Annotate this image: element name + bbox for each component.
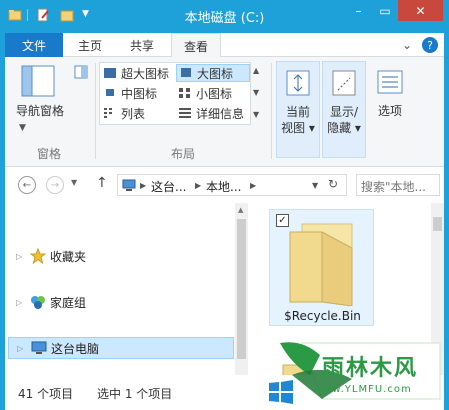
expand-arrow-icon[interactable]: ▷ [16,298,26,307]
layout-item-label: 大图标 [197,66,234,81]
minimize-button[interactable]: – [345,0,372,21]
show-hide-button[interactable]: 显示/ 隐藏 ▾ [322,61,366,158]
ribbon-tabs: 文件 主页 共享 查看 ⌄ ? [5,33,444,58]
current-view-label: 当前 [285,105,310,119]
layout-item-label: 超大图标 [121,66,170,81]
tab-file[interactable]: 文件 [5,33,63,57]
tab-share[interactable]: 共享 [117,33,167,57]
options-label: 选项 [377,104,402,118]
item-count: 41 个项目 [18,387,74,401]
star-icon [30,248,46,264]
explorer-window: ▼ 本地磁盘 (C:) – ▭ ✕ 文件 主页 共享 查看 ⌄ ? 导航窗格 ▼ [0,0,449,410]
nav-item-this-pc[interactable]: ▷ 这台电脑 [8,337,234,359]
scroll-up-icon[interactable]: ▲ [253,66,259,75]
forward-button[interactable]: → [46,176,64,194]
nav-scroll-thumb[interactable] [237,219,246,359]
list-icon [104,108,112,118]
expand-arrow-icon[interactable]: ▷ [16,252,26,261]
breadcrumb-separator[interactable]: ▶ [250,181,256,190]
navigation-pane: ▷ 收藏夹 ▷ 家庭组 ▷ 这台电脑 ▷ 网络 ▲ [5,203,248,402]
scroll-up-icon[interactable]: ▲ [238,206,243,214]
current-view-label-2: 视图 ▾ [281,121,315,135]
help-icon[interactable]: ? [422,37,438,53]
nav-pane-button[interactable]: 导航窗格 ▼ [9,63,71,139]
nav-item-label: 这台电脑 [51,341,100,356]
preview-pane-icon[interactable] [74,65,88,79]
collapse-ribbon-icon[interactable]: ⌄ [402,38,412,52]
show-hide-icon [332,70,356,96]
breadcrumb-separator[interactable]: ▶ [195,181,201,190]
file-tile[interactable]: ✓ $Recycle.Bin [269,209,374,326]
title-bar: ▼ 本地磁盘 (C:) – ▭ ✕ [0,0,449,33]
breadcrumb-this-pc[interactable]: 这台... [151,178,186,195]
close-button[interactable]: ✕ [398,0,443,21]
layout-large-icons[interactable]: 大图标 [176,64,250,82]
homegroup-icon [31,296,45,309]
search-input[interactable]: 搜索"本地... [356,174,440,196]
options-icon [377,70,403,94]
layout-small-icons[interactable]: 小图标 [176,84,250,102]
file-scroll-thumb[interactable] [433,217,442,231]
file-name: $Recycle.Bin [284,309,361,323]
small-icons-icon [179,88,190,98]
scroll-down-icon[interactable]: ▼ [253,88,259,97]
breadcrumb-local-disk[interactable]: 本地... [206,178,241,195]
pane-group-label: 窗格 [37,147,62,161]
nav-item-homegroup[interactable]: ▷ 家庭组 [8,291,234,313]
computer-icon [31,341,47,354]
nav-pane-icon [21,65,55,97]
layout-details[interactable]: 详细信息 [176,104,250,122]
refresh-icon[interactable]: ↻ [328,177,338,191]
back-button[interactable]: ← [18,176,36,194]
extra-large-icons-icon [104,68,116,78]
layout-item-label: 中图标 [121,86,158,101]
folder-icon [289,223,353,306]
tab-home[interactable]: 主页 [67,33,113,57]
layout-gallery-scroll[interactable]: ▲ ▼ ▼ [253,62,265,125]
watermark-logo: 雨林木风 www.YLMFU.com [262,335,443,405]
nav-pane-dropdown-icon: ▼ [19,123,26,133]
recent-locations-icon[interactable]: ▼ [71,178,77,187]
address-row: ← → ▼ ↑ ▶ 这台... ▶ 本地... ▶ ▼ ↻ 搜索"本地... [5,168,444,202]
layout-item-label: 列表 [121,106,146,121]
maximize-button[interactable]: ▭ [372,0,398,21]
show-hide-label-2: 隐藏 ▾ [327,121,361,135]
layout-group-label: 布局 [171,147,196,161]
current-view-button[interactable]: 当前 视图 ▾ [276,61,320,158]
nav-pane-scrollbar[interactable]: ▲ [235,203,248,375]
current-view-icon [286,70,310,96]
layout-extra-large-icons[interactable]: 超大图标 [101,64,174,82]
address-dropdown-icon[interactable]: ▼ [312,181,318,190]
up-button[interactable]: ↑ [96,175,108,191]
watermark-url: www.YLMFU.com [314,384,412,395]
current-view-text: 视图 [281,121,306,135]
nav-item-label: 收藏夹 [50,249,87,264]
layout-item-label: 详细信息 [196,106,245,121]
ribbon-separator [95,63,96,159]
ribbon: 导航窗格 ▼ 窗格 超大图标 大图标 中图标 小图标 列表 详细信息 ▲ ▼ ▼… [5,57,444,167]
layout-item-label: 小图标 [196,86,233,101]
layout-list[interactable]: 列表 [101,104,174,122]
address-bar[interactable]: ▶ 这台... ▶ 本地... ▶ ▼ ↻ [117,174,347,196]
nav-pane-label: 导航窗格 [15,104,64,118]
layout-medium-icons[interactable]: 中图标 [101,84,174,102]
watermark-brand: 雨林木风 [322,356,419,381]
selection-count: 选中 1 个项目 [97,387,173,401]
large-icons-icon [181,68,191,77]
expand-gallery-icon[interactable]: ▼ [253,110,259,119]
show-hide-text: 隐藏 [327,121,352,135]
details-icon [179,108,191,118]
options-button[interactable]: 选项 [368,61,412,141]
ribbon-separator [271,63,272,159]
tab-view[interactable]: 查看 [171,33,221,58]
breadcrumb-separator[interactable]: ▶ [140,181,146,190]
show-hide-label: 显示/ [329,105,359,119]
medium-icons-icon [106,89,114,96]
nav-item-favorites[interactable]: ▷ 收藏夹 [8,245,234,267]
layout-gallery: 超大图标 大图标 中图标 小图标 列表 详细信息 [99,62,251,125]
computer-icon [122,179,136,191]
nav-item-label: 家庭组 [50,295,87,310]
expand-arrow-icon[interactable]: ▷ [17,344,27,353]
